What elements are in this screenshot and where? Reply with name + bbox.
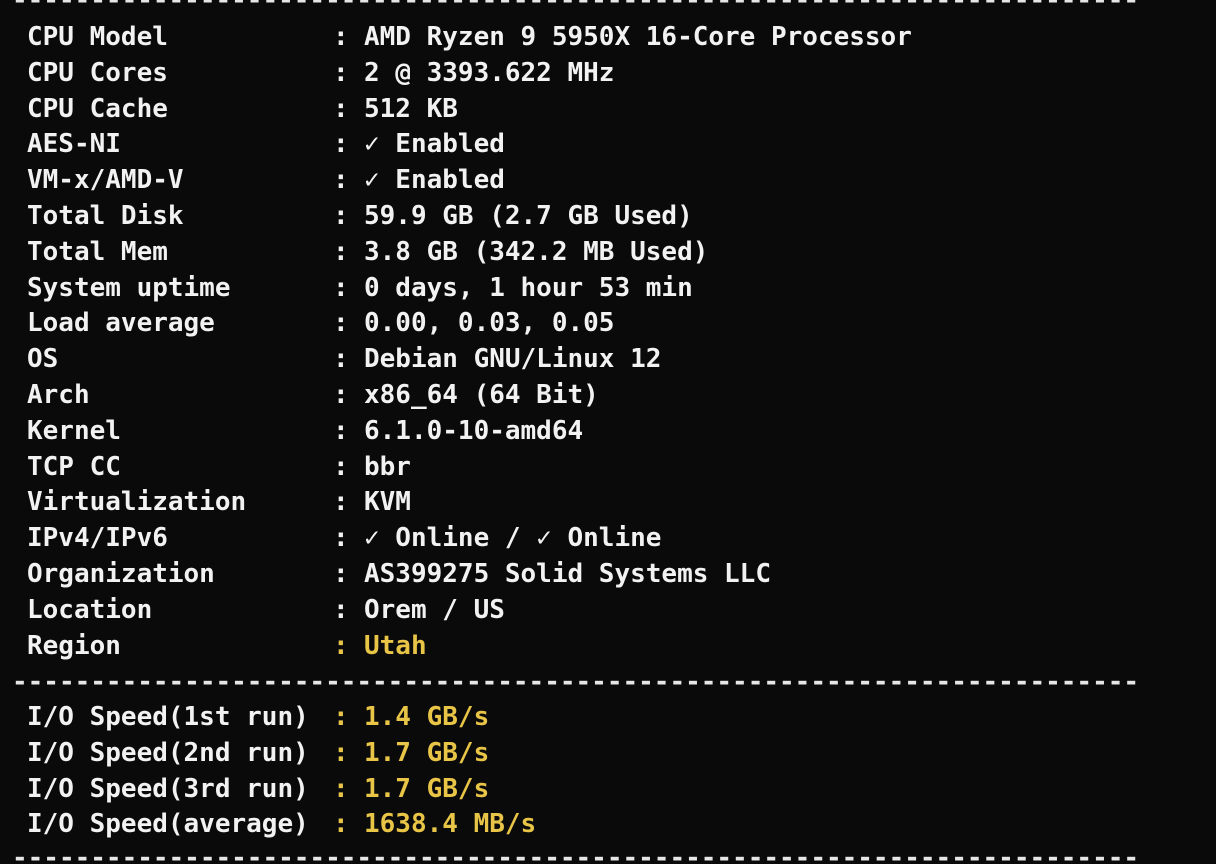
io-key: I/O Speed(2nd run) xyxy=(27,737,309,768)
info-row-cpu-model: CPU Model: AMD Ryzen 9 5950X 16-Core Proc… xyxy=(27,20,912,56)
io-value: 1.7 GB/s xyxy=(364,737,490,768)
info-colon: : xyxy=(333,200,349,231)
info-value: 0 days, 1 hour 53 min xyxy=(364,272,693,303)
info-value: 3.8 GB (342.2 MB Used) xyxy=(364,236,709,267)
info-colon: : xyxy=(333,630,349,661)
separator-bottom: ----------------------------------------… xyxy=(12,852,1136,864)
info-row-region: Region: Utah xyxy=(27,629,912,665)
info-colon: : xyxy=(333,451,349,482)
info-key: OS xyxy=(27,344,59,375)
info-row-aes-ni: AES-NI: ✓ Enabled xyxy=(27,127,912,163)
info-key: CPU Model xyxy=(27,22,168,52)
info-key: CPU Cores xyxy=(27,57,168,88)
info-colon: : xyxy=(333,93,349,124)
info-key: CPU Cache xyxy=(27,93,168,124)
info-colon: : xyxy=(333,57,349,88)
info-row-tcp-cc: TCP CC: bbr xyxy=(27,450,912,486)
info-key: Virtualization xyxy=(27,487,247,518)
info-row-system-uptime: System uptime:0 days, 1 hour 53 min xyxy=(27,271,912,307)
terminal-window[interactable]: ----------------------------------------… xyxy=(0,0,1216,864)
info-colon: : xyxy=(333,236,349,267)
info-key: Total Disk xyxy=(27,200,184,231)
info-colon: : xyxy=(333,379,349,410)
info-row-location: Location: Orem / US xyxy=(27,593,912,629)
info-key: Total Mem xyxy=(27,236,168,267)
io-value: 1.7 GB/s xyxy=(364,773,490,804)
info-row-arch: Arch: x86_64 (64 Bit) xyxy=(27,378,912,414)
info-colon: : xyxy=(333,272,349,303)
info-value: 0.00, 0.03, 0.05 xyxy=(364,308,615,339)
info-row-os: OS: Debian GNU/Linux 12 xyxy=(27,342,912,378)
info-value: x86_64 (64 Bit) xyxy=(364,379,599,410)
io-row-1st-run: I/O Speed(1st run):1.4 GB/s xyxy=(27,700,536,736)
info-colon: : xyxy=(333,523,349,554)
info-row-vmx-amdv: VM-x/AMD-V: ✓ Enabled xyxy=(27,163,912,199)
info-row-total-mem: Total Mem:3.8 GB (342.2 MB Used) xyxy=(27,235,912,271)
info-value: KVM xyxy=(364,487,411,518)
info-key: Kernel xyxy=(27,415,121,446)
info-key: Arch xyxy=(27,379,90,410)
info-value: AS399275 Solid Systems LLC xyxy=(364,558,771,589)
io-key: I/O Speed(3rd run) xyxy=(27,773,309,804)
info-value: Orem / US xyxy=(364,594,505,625)
info-key: AES-NI xyxy=(27,129,121,160)
info-key: IPv4/IPv6 xyxy=(27,523,168,554)
io-colon: : xyxy=(333,737,349,768)
info-value: Debian GNU/Linux 12 xyxy=(364,344,662,375)
info-key: TCP CC xyxy=(27,451,121,482)
info-colon: : xyxy=(333,165,349,196)
io-colon: : xyxy=(333,773,349,804)
info-colon: : xyxy=(333,129,349,160)
info-row-cpu-cores: CPU Cores:2 @ 3393.622 MHz xyxy=(27,56,912,92)
info-value: ✓ Enabled xyxy=(364,129,505,160)
info-colon: : xyxy=(333,594,349,625)
info-key: Region xyxy=(27,630,121,661)
info-colon: : xyxy=(333,22,349,52)
info-value: 512 KB xyxy=(364,93,458,124)
io-colon: : xyxy=(333,809,349,840)
info-row-kernel: Kernel:6.1.0-10-amd64 xyxy=(27,414,912,450)
info-colon: : xyxy=(333,308,349,339)
info-row-load-average: Load average:0.00, 0.03, 0.05 xyxy=(27,306,912,342)
io-row-average: I/O Speed(average):1638.4 MB/s xyxy=(27,807,536,843)
separator-top: ----------------------------------------… xyxy=(12,0,1136,6)
io-value: 1.4 GB/s xyxy=(364,702,490,732)
info-key: VM-x/AMD-V xyxy=(27,165,184,196)
info-colon: : xyxy=(333,415,349,446)
io-row-3rd-run: I/O Speed(3rd run):1.7 GB/s xyxy=(27,772,536,808)
info-row-organization: Organization: AS399275 Solid Systems LLC xyxy=(27,557,912,593)
separator-middle: ----------------------------------------… xyxy=(12,676,1136,688)
info-colon: : xyxy=(333,344,349,375)
info-key: System uptime xyxy=(27,272,231,303)
info-key: Load average xyxy=(27,308,215,339)
info-colon: : xyxy=(333,487,349,518)
info-colon: : xyxy=(333,558,349,589)
info-row-virtualization: Virtualization: KVM xyxy=(27,485,912,521)
info-value: bbr xyxy=(364,451,411,482)
io-key: I/O Speed(1st run) xyxy=(27,702,309,732)
io-value: 1638.4 MB/s xyxy=(364,809,537,840)
info-value: ✓ Enabled xyxy=(364,165,505,196)
io-key: I/O Speed(average) xyxy=(27,809,309,840)
io-colon: : xyxy=(333,702,349,732)
info-key: Location xyxy=(27,594,153,625)
info-row-ipv4-ipv6: IPv4/IPv6: ✓ Online / ✓ Online xyxy=(27,521,912,557)
info-value: 6.1.0-10-amd64 xyxy=(364,415,584,446)
io-row-2nd-run: I/O Speed(2nd run):1.7 GB/s xyxy=(27,736,536,772)
info-value-highlight: Utah xyxy=(364,630,427,661)
info-value: 59.9 GB (2.7 GB Used) xyxy=(364,200,693,231)
info-value: 2 @ 3393.622 MHz xyxy=(364,57,615,88)
info-value: ✓ Online / ✓ Online xyxy=(364,523,662,554)
info-value: AMD Ryzen 9 5950X 16-Core Processor xyxy=(364,22,912,52)
info-row-cpu-cache: CPU Cache:512 KB xyxy=(27,92,912,128)
io-speed-list: I/O Speed(1st run):1.4 GB/s I/O Speed(2n… xyxy=(27,700,536,843)
info-row-total-disk: Total Disk:59.9 GB (2.7 GB Used) xyxy=(27,199,912,235)
system-info-list: CPU Model: AMD Ryzen 9 5950X 16-Core Proc… xyxy=(27,20,912,664)
info-key: Organization xyxy=(27,558,215,589)
